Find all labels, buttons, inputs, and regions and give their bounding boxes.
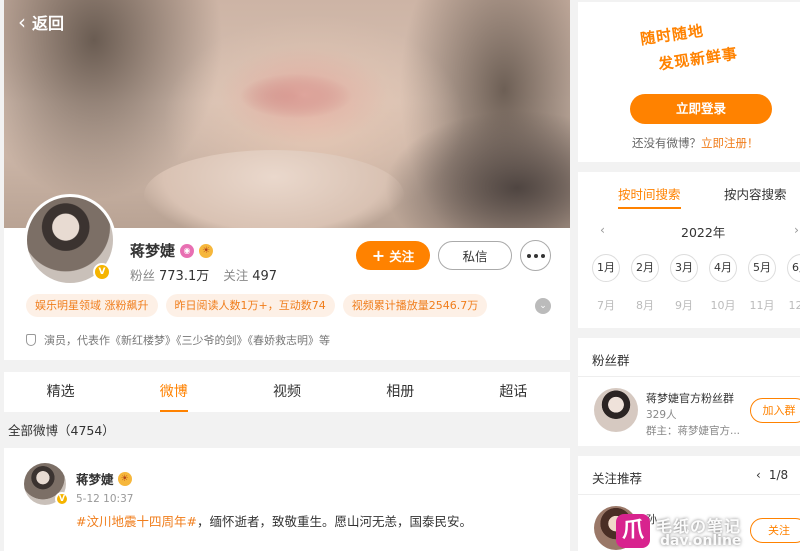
register-prompt-text: 还没有微博？	[632, 136, 701, 150]
post-author-line: 蒋梦婕 ☀	[76, 469, 132, 488]
message-button[interactable]: 私信	[438, 241, 512, 270]
fans-group-avatar[interactable]	[594, 388, 638, 432]
right-sidebar: 随时随地 发现新鲜事 立即登录 还没有微博？立即注册！ 按时间搜索 按内容搜索 …	[578, 0, 800, 551]
shield-icon	[26, 334, 36, 346]
verified-badge-icon: V	[55, 492, 69, 506]
watermark-logo: 爪	[616, 514, 650, 548]
fans-value: 773.1万	[159, 269, 210, 284]
tab-video[interactable]: 视频	[230, 372, 343, 412]
plus-icon: +	[371, 245, 386, 265]
watermark: 爪 毛纸の笔记 dav.online	[616, 512, 800, 551]
profile-tags: 娱乐明星领域 涨粉飙升 昨日阅读人数1万+，互动数74 视频累计播放量2546.…	[26, 294, 488, 317]
register-prompt: 还没有微博？立即注册！	[632, 135, 759, 151]
watermark-line-2: dav.online	[660, 533, 742, 549]
login-card: 随时随地 发现新鲜事 立即登录 还没有微博？立即注册！	[578, 2, 800, 162]
month-1[interactable]: 1月	[592, 254, 620, 282]
divider	[578, 494, 800, 495]
profile-tabs: 精选 微博 视频 相册 超话	[4, 372, 570, 412]
expand-chevron-icon[interactable]: ⌄	[535, 298, 551, 314]
tab-album[interactable]: 相册	[344, 372, 457, 412]
recommend-page: 1/8	[768, 468, 789, 482]
more-dot-icon	[533, 253, 538, 258]
month-11: 11月	[749, 299, 775, 312]
post-hashtag-link[interactable]: #汶川地震十四周年#	[76, 514, 197, 529]
profile-tag[interactable]: 视频累计播放量2546.7万	[342, 294, 488, 317]
year-selector: ‹ 2022年 ›	[578, 222, 800, 242]
month-12: 12月	[788, 299, 800, 312]
join-group-button[interactable]: 加入群	[750, 398, 800, 423]
fans-label: 粉丝	[130, 268, 156, 283]
date-search-card: 按时间搜索 按内容搜索 ‹ 2022年 › 1月 2月 3月 4月 5月 6月 7月 8月 9月…	[578, 172, 800, 328]
slogan-line-2: 发现新鲜事	[657, 44, 739, 74]
profile-card: V 蒋梦婕 ◉ ☀ 粉丝 773.1万 关注 497 + 关注 私信 娱乐明星领域 …	[4, 194, 570, 360]
login-slogan: 随时随地 发现新鲜事	[636, 22, 776, 82]
follow-button-label: 关注	[389, 249, 415, 264]
tab-supertopic[interactable]: 超话	[457, 372, 570, 412]
month-5[interactable]: 5月	[748, 254, 776, 282]
recommend-title: 关注推荐	[592, 471, 643, 486]
cover-photo-shadow	[384, 110, 570, 228]
profile-tag[interactable]: 娱乐明星领域 涨粉飙升	[26, 294, 158, 317]
sun-badge-icon: ☀	[117, 471, 132, 486]
profile-tag[interactable]: 昨日阅读人数1万+，互动数74	[165, 294, 335, 317]
verified-badge-icon: V	[93, 263, 111, 281]
month-9: 9月	[675, 299, 693, 312]
following-label: 关注	[223, 268, 249, 283]
all-posts-count: 全部微博（4754）	[8, 423, 115, 438]
cover-photo-hand	[144, 150, 404, 228]
fans-group-card: 粉丝群 蒋梦婕官方粉丝群 329人 群主：蒋梦婕官方... 加入群	[578, 338, 800, 446]
back-label: 返回	[32, 14, 65, 33]
fans-stat[interactable]: 粉丝 773.1万	[130, 265, 209, 284]
fans-group-owner: 群主：蒋梦婕官方...	[646, 425, 741, 437]
month-10: 10月	[710, 299, 736, 312]
more-dot-icon	[526, 253, 531, 258]
recommend-pager: ‹ 1/8	[756, 468, 788, 482]
prev-year-icon[interactable]: ‹	[600, 222, 605, 237]
more-options-button[interactable]	[520, 240, 551, 271]
post-author-name[interactable]: 蒋梦婕	[76, 469, 114, 488]
slogan-line-1: 随时随地	[639, 21, 706, 49]
post-body: ，缅怀逝者，致敬重生。愿山河无恙，国泰民安。	[196, 514, 472, 529]
login-button[interactable]: 立即登录	[630, 94, 772, 124]
post-author-avatar[interactable]: V	[24, 463, 69, 506]
prev-page-icon[interactable]: ‹	[756, 468, 761, 482]
month-7: 7月	[597, 299, 615, 312]
following-stat[interactable]: 关注 497	[223, 265, 277, 284]
chevron-left-icon: ‹	[18, 10, 26, 34]
vip-icon[interactable]: ◉	[180, 243, 195, 258]
register-link[interactable]: 立即注册！	[701, 136, 759, 150]
following-value: 497	[252, 269, 278, 284]
profile-column: ‹ 返回 V 蒋梦婕 ◉ ☀ 粉丝 773.1万 关注 497 + 关注 私信 娱乐…	[4, 0, 570, 551]
profile-stats: 粉丝 773.1万 关注 497	[130, 265, 277, 284]
divider	[578, 376, 800, 377]
month-2[interactable]: 2月	[631, 254, 659, 282]
description-text: 演员，代表作《新红楼梦》《三少爷的剑》《春娇救志明》等	[44, 334, 330, 347]
tab-search-by-content[interactable]: 按内容搜索	[724, 184, 787, 203]
month-6[interactable]: 6月	[787, 254, 800, 282]
post-text: #汶川地震十四周年#，缅怀逝者，致敬重生。愿山河无恙，国泰民安。	[76, 511, 472, 530]
tab-featured[interactable]: 精选	[4, 372, 117, 412]
back-button[interactable]: ‹ 返回	[18, 10, 64, 34]
avatar[interactable]: V	[24, 194, 116, 286]
fans-group-title: 粉丝群	[592, 353, 630, 368]
profile-name: 蒋梦婕	[130, 242, 176, 260]
month-4[interactable]: 4月	[709, 254, 737, 282]
next-year-icon[interactable]: ›	[794, 222, 799, 237]
fans-group-members: 329人	[646, 409, 677, 421]
tab-search-by-time[interactable]: 按时间搜索	[618, 184, 681, 209]
year-label: 2022年	[681, 225, 726, 240]
sun-badge-icon[interactable]: ☀	[199, 243, 214, 258]
month-8: 8月	[636, 299, 654, 312]
fans-group-name[interactable]: 蒋梦婕官方粉丝群	[646, 390, 734, 406]
tab-weibo[interactable]: 微博	[117, 372, 230, 412]
post-card: V 蒋梦婕 ☀ 5-12 10:37 #汶川地震十四周年#，缅怀逝者，致敬重生。…	[4, 448, 570, 551]
more-dot-icon	[540, 253, 545, 258]
cover-photo: ‹ 返回	[4, 0, 570, 228]
follow-button[interactable]: + 关注	[356, 241, 430, 270]
profile-description: 演员，代表作《新红楼梦》《三少爷的剑》《春娇救志明》等	[26, 332, 330, 348]
post-time[interactable]: 5-12 10:37	[76, 493, 133, 505]
month-3[interactable]: 3月	[670, 254, 698, 282]
profile-name-line: 蒋梦婕 ◉ ☀	[130, 240, 214, 261]
